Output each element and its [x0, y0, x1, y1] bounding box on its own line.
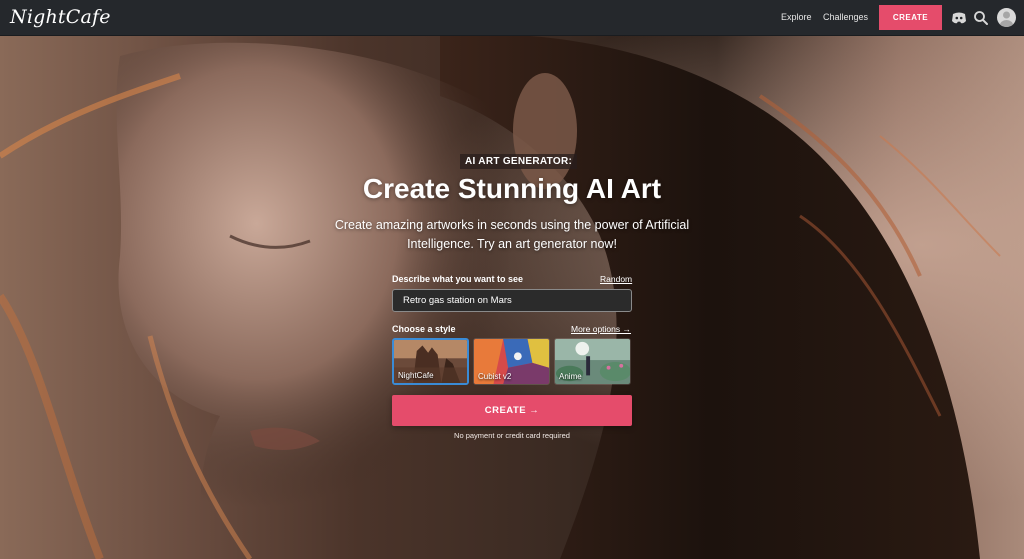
- user-avatar[interactable]: [997, 8, 1016, 27]
- style-label-cubist: Cubist v2: [478, 372, 512, 381]
- style-card-cubist[interactable]: Cubist v2: [473, 338, 550, 385]
- describe-label: Describe what you want to see: [392, 274, 524, 284]
- hero-title: Create Stunning AI Art: [362, 173, 662, 204]
- top-navbar: NightCafe Explore Challenges CREATE: [0, 0, 1024, 36]
- nav-explore-link[interactable]: Explore: [781, 12, 812, 22]
- random-prompt-link[interactable]: Random: [600, 274, 632, 284]
- style-label-anime: Anime: [559, 372, 582, 381]
- nav-challenges-link[interactable]: Challenges: [823, 12, 868, 22]
- hero-badge: AI ART GENERATOR:: [460, 154, 578, 169]
- style-label-nightcafe: NightCafe: [398, 371, 434, 380]
- nightcafe-logo[interactable]: NightCafe: [10, 6, 111, 28]
- more-options-link[interactable]: More options →: [571, 324, 631, 334]
- hero-subtitle: Create amazing artworks in seconds using…: [334, 218, 690, 251]
- style-card-nightcafe[interactable]: NightCafe: [392, 338, 469, 385]
- create-button[interactable]: CREATE →: [392, 395, 632, 426]
- prompt-input[interactable]: [392, 289, 632, 312]
- style-card-anime[interactable]: Anime: [554, 338, 631, 385]
- nav-create-button[interactable]: CREATE: [879, 5, 942, 30]
- discord-icon[interactable]: [950, 9, 968, 27]
- style-label: Choose a style: [392, 324, 456, 334]
- payment-disclaimer: No payment or credit card required: [454, 431, 570, 440]
- search-icon[interactable]: [972, 9, 990, 27]
